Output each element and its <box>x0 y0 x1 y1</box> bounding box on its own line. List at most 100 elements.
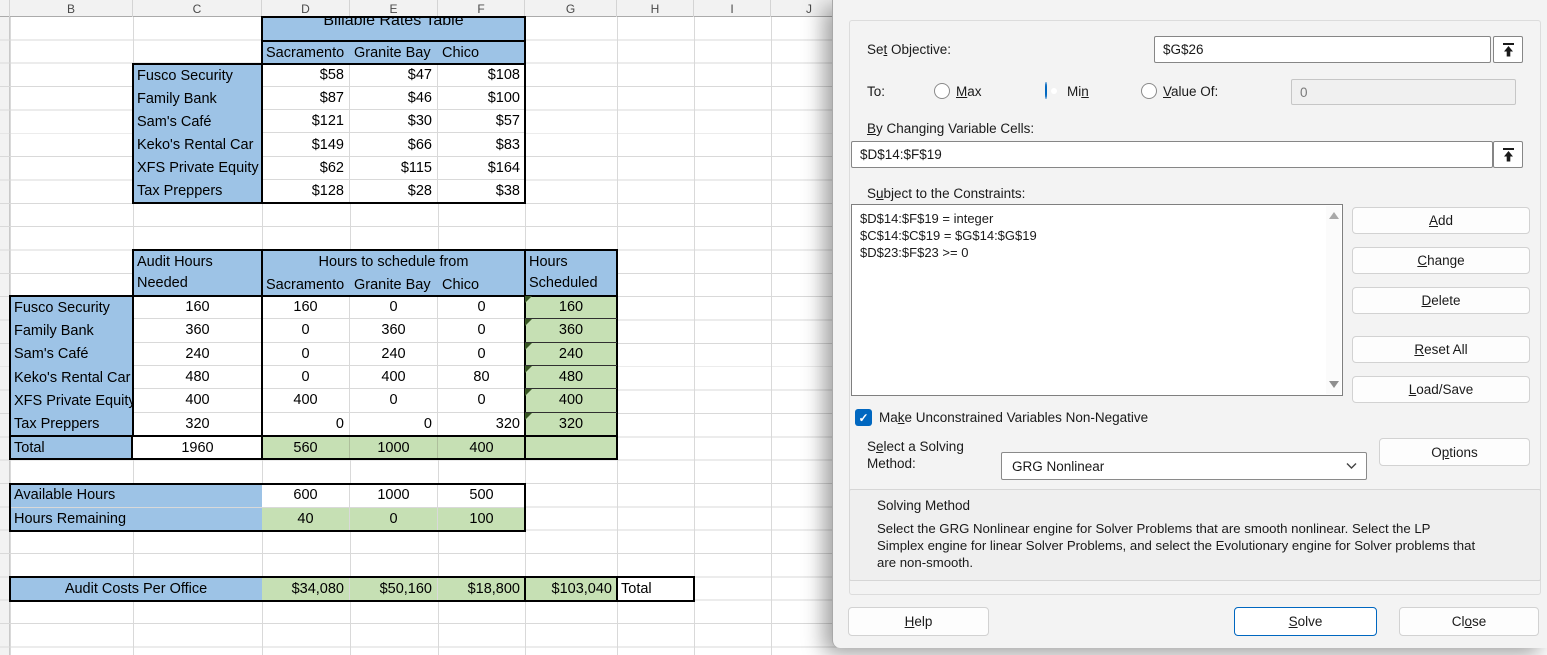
cell[interactable]: 0 <box>262 366 350 390</box>
cell[interactable]: 100 <box>438 507 525 531</box>
cell[interactable]: 160 <box>525 296 617 320</box>
column-header-D[interactable]: D <box>262 0 350 17</box>
constraints-scrollbar[interactable] <box>1326 206 1341 394</box>
cell[interactable]: 0 <box>262 319 350 343</box>
cell[interactable]: 0 <box>262 412 350 436</box>
cell[interactable]: Sam's Café <box>133 110 262 133</box>
column-header-I[interactable]: I <box>694 0 771 17</box>
changing-cells-range-picker-button[interactable] <box>1493 141 1523 168</box>
hours-remaining-label[interactable]: Hours Remaining <box>10 507 262 531</box>
reset-all-button[interactable]: Reset All <box>1352 336 1530 363</box>
cell[interactable]: $58 <box>262 64 350 88</box>
objective-range-picker-button[interactable] <box>1493 36 1523 63</box>
cell[interactable]: 80 <box>438 366 525 390</box>
cell[interactable]: $87 <box>262 87 350 111</box>
available-hours-label[interactable]: Available Hours <box>10 484 262 508</box>
cell[interactable]: $164 <box>438 157 525 180</box>
cell[interactable]: $83 <box>438 133 525 157</box>
min-radio[interactable] <box>1045 82 1047 99</box>
cell[interactable]: 0 <box>438 296 525 320</box>
cell[interactable]: $50,160 <box>350 577 438 601</box>
cell[interactable]: Keko's Rental Car <box>10 366 133 389</box>
schedule-scheduled-header[interactable]: Hours Scheduled <box>524 249 618 297</box>
column-header-C[interactable]: C <box>133 0 262 17</box>
constraint-item[interactable]: $C$14:$C$19 = $G$14:$G$19 <box>852 227 1342 244</box>
cell[interactable]: $128 <box>262 179 350 203</box>
cell[interactable]: XFS Private Equity <box>10 389 133 412</box>
add-button[interactable]: Add <box>1352 207 1530 234</box>
cell[interactable]: 480 <box>525 366 617 390</box>
cell[interactable]: Tax Preppers <box>133 180 262 203</box>
cell[interactable]: 240 <box>133 343 262 366</box>
scroll-down-icon[interactable] <box>1329 381 1339 388</box>
cell[interactable]: $30 <box>350 110 438 134</box>
cell[interactable]: $100 <box>438 87 525 111</box>
cell[interactable]: Chico <box>438 41 525 64</box>
cell[interactable]: 360 <box>350 319 438 343</box>
cell[interactable]: 0 <box>262 342 350 366</box>
load-save-button[interactable]: Load/Save <box>1352 376 1530 403</box>
cell[interactable]: 0 <box>350 389 438 413</box>
cell[interactable]: $149 <box>262 133 350 157</box>
cell[interactable]: 480 <box>133 366 262 390</box>
cell[interactable]: Hours to schedule from <box>262 250 525 273</box>
close-button[interactable]: Cl o se <box>1399 607 1539 636</box>
cell[interactable]: 240 <box>350 342 438 366</box>
column-header-H[interactable]: H <box>617 0 694 17</box>
min-radio-label[interactable]: Min <box>1067 84 1089 99</box>
cell[interactable]: 1000 <box>350 436 438 459</box>
cell[interactable]: 400 <box>133 389 262 413</box>
non-negative-label[interactable]: Make Unconstrained Variables Non-Negativ… <box>879 410 1148 425</box>
non-negative-checkbox[interactable]: ✓ <box>855 409 872 426</box>
cell[interactable]: 560 <box>262 436 350 459</box>
cell[interactable]: $57 <box>438 110 525 134</box>
column-header-G[interactable]: G <box>525 0 617 17</box>
audit-costs-total-cell[interactable]: $103,040 <box>524 576 618 602</box>
column-header-F[interactable]: F <box>438 0 525 17</box>
solving-method-dropdown[interactable]: GRG Nonlinear <box>1001 452 1367 480</box>
cell[interactable]: 320 <box>133 413 262 436</box>
cell[interactable]: 320 <box>438 413 525 436</box>
cell[interactable]: $18,800 <box>438 577 525 601</box>
cell[interactable]: $46 <box>350 87 438 111</box>
cell[interactable]: 400 <box>525 389 617 413</box>
help-button[interactable]: Help <box>848 607 989 636</box>
cell[interactable]: $66 <box>350 133 438 157</box>
scroll-up-icon[interactable] <box>1329 212 1339 219</box>
total-label-cell[interactable]: Total <box>10 436 133 459</box>
delete-button[interactable]: Delete <box>1352 287 1530 314</box>
solve-button[interactable]: Solve <box>1234 607 1377 636</box>
value-of-radio[interactable] <box>1141 83 1157 99</box>
cell[interactable]: $47 <box>350 64 438 88</box>
schedule-needed-header[interactable]: Audit Hours Needed <box>132 249 263 297</box>
cell[interactable]: Fusco Security <box>133 64 262 87</box>
cell[interactable]: Tax Preppers <box>10 413 133 436</box>
audit-costs-label[interactable]: Audit Costs Per Office <box>10 577 262 601</box>
column-header-E[interactable]: E <box>350 0 438 17</box>
cell[interactable]: 400 <box>350 366 438 390</box>
changing-cells-input[interactable]: $D$14:$F$19 <box>851 141 1493 168</box>
cell[interactable]: Chico <box>438 273 525 296</box>
cell[interactable]: 360 <box>525 319 617 343</box>
cell[interactable]: $121 <box>262 110 350 134</box>
cell[interactable]: $108 <box>438 64 525 88</box>
cell[interactable]: Sam's Café <box>10 343 133 366</box>
cell[interactable]: Keko's Rental Car <box>133 133 262 156</box>
cell[interactable]: $28 <box>350 179 438 203</box>
cell[interactable]: 500 <box>438 484 525 508</box>
schedule-total-scheduled-cell[interactable] <box>524 435 618 460</box>
cell[interactable]: 1000 <box>350 484 438 508</box>
cell[interactable]: Family Bank <box>10 319 133 342</box>
constraint-item[interactable]: $D$23:$F$23 >= 0 <box>852 244 1342 261</box>
cell[interactable]: $115 <box>350 156 438 180</box>
cell[interactable]: 160 <box>262 296 350 320</box>
cell[interactable]: 400 <box>438 436 525 459</box>
value-of-input[interactable]: 0 <box>1291 79 1516 105</box>
column-header-B[interactable]: B <box>10 0 133 17</box>
cell[interactable]: 0 <box>350 296 438 320</box>
cell[interactable]: Granite Bay <box>350 41 438 64</box>
rates-table-title-cell[interactable]: Billable Rates Table <box>261 16 526 42</box>
constraint-item[interactable]: $D$14:$F$19 = integer <box>852 205 1342 227</box>
change-button[interactable]: Change <box>1352 247 1530 274</box>
cell[interactable]: Granite Bay <box>350 273 438 296</box>
